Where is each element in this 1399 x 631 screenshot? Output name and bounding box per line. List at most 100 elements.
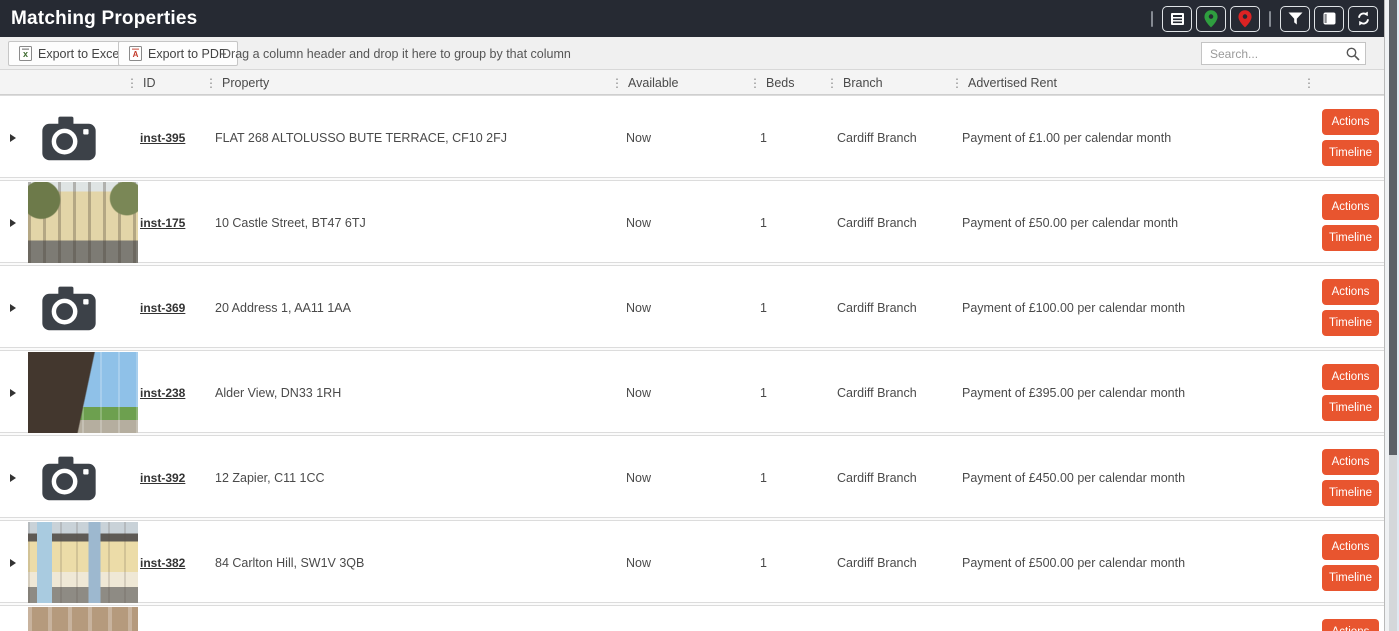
expand-row-arrow-icon[interactable] xyxy=(10,304,16,312)
export-to-pdf-label: Export to PDF xyxy=(148,46,227,61)
column-header-available[interactable]: ⋮ Available xyxy=(611,70,679,95)
property-photo[interactable] xyxy=(28,97,138,178)
map-pin-red-button[interactable] xyxy=(1230,5,1260,32)
table-row: inst-238 Alder View, DN33 1RH Now 1 Card… xyxy=(0,350,1384,433)
timeline-button[interactable]: Timeline xyxy=(1322,480,1379,506)
property-id-link[interactable]: inst-395 xyxy=(140,96,185,179)
column-header-label: Available xyxy=(628,75,679,90)
branch-value: Cardiff Branch xyxy=(837,555,917,570)
property-photo[interactable] xyxy=(28,607,138,631)
titlebar-iconbar xyxy=(1146,5,1378,32)
property-photo[interactable] xyxy=(28,352,138,433)
property-photo[interactable] xyxy=(28,182,138,263)
column-menu-icon[interactable]: ⋮ xyxy=(951,77,963,89)
timeline-button[interactable]: Timeline xyxy=(1322,395,1379,421)
camera-placeholder-icon xyxy=(42,456,96,500)
actions-button[interactable]: Actions xyxy=(1322,364,1379,390)
branch-value: Cardiff Branch xyxy=(837,470,917,485)
iconbar-divider xyxy=(1269,10,1271,27)
refresh-button[interactable] xyxy=(1348,5,1378,32)
matching-properties-panel: Matching Properties x Export to Excel A … xyxy=(0,0,1385,631)
search-input[interactable] xyxy=(1202,43,1365,64)
column-menu-icon[interactable]: ⋮ xyxy=(749,77,761,89)
property-id-link[interactable]: inst-175 xyxy=(140,181,185,264)
beds-value: 1 xyxy=(760,130,767,145)
window-button[interactable] xyxy=(1314,5,1344,32)
scrollbar-thumb[interactable] xyxy=(1389,0,1397,455)
filter-button[interactable] xyxy=(1280,5,1310,32)
timeline-button[interactable]: Timeline xyxy=(1322,310,1379,336)
column-menu-icon[interactable]: ⋮ xyxy=(126,77,138,89)
column-header-label: Branch xyxy=(843,75,883,90)
available-value: Now xyxy=(626,555,652,570)
table-row: inst-175 10 Castle Street, BT47 6TJ Now … xyxy=(0,180,1384,263)
camera-placeholder-icon xyxy=(42,286,96,330)
svg-text:x: x xyxy=(23,49,28,59)
branch-value: Cardiff Branch xyxy=(837,215,917,230)
column-header-property[interactable]: ⋮ Property xyxy=(205,70,269,95)
grid-view-button[interactable] xyxy=(1162,5,1192,32)
expand-row-arrow-icon[interactable] xyxy=(10,559,16,567)
timeline-button[interactable]: Timeline xyxy=(1322,565,1379,591)
column-header-label: Beds xyxy=(766,75,795,90)
available-value: Now xyxy=(626,215,652,230)
actions-button[interactable]: Actions xyxy=(1322,534,1379,560)
expand-row-arrow-icon[interactable] xyxy=(10,389,16,397)
actions-button[interactable]: Actions xyxy=(1322,449,1379,475)
property-photo[interactable] xyxy=(28,437,138,518)
table-row: inst-395 FLAT 268 ALTOLUSSO BUTE TERRACE… xyxy=(0,95,1384,178)
branch-value: Cardiff Branch xyxy=(837,385,917,400)
column-header-label: Property xyxy=(222,75,270,90)
actions-button[interactable]: Actions xyxy=(1322,194,1379,220)
column-menu-icon[interactable]: ⋮ xyxy=(1303,77,1315,89)
timeline-button[interactable]: Timeline xyxy=(1322,140,1379,166)
table-row: Actions Timeline xyxy=(0,605,1384,631)
map-pin-green-button[interactable] xyxy=(1196,5,1226,32)
column-header-branch[interactable]: ⋮ Branch xyxy=(826,70,883,95)
actions-button[interactable]: Actions xyxy=(1322,279,1379,305)
actions-button[interactable]: Actions xyxy=(1322,619,1379,631)
available-value: Now xyxy=(626,385,652,400)
property-id-link[interactable]: inst-382 xyxy=(140,521,185,604)
property-address: 12 Zapier, C11 1CC xyxy=(215,470,325,485)
titlebar: Matching Properties xyxy=(0,0,1384,37)
grid-view-icon xyxy=(1170,12,1184,25)
available-value: Now xyxy=(626,470,652,485)
beds-value: 1 xyxy=(760,215,767,230)
column-header-id[interactable]: ⋮ ID xyxy=(126,70,156,95)
expand-row-arrow-icon[interactable] xyxy=(10,474,16,482)
column-header-advertised-rent[interactable]: ⋮ Advertised Rent xyxy=(951,70,1057,95)
beds-value: 1 xyxy=(760,470,767,485)
column-header-beds[interactable]: ⋮ Beds xyxy=(749,70,795,95)
property-photo[interactable] xyxy=(28,522,138,603)
property-photo[interactable] xyxy=(28,267,138,348)
property-id-link[interactable]: inst-392 xyxy=(140,436,185,519)
timeline-button[interactable]: Timeline xyxy=(1322,225,1379,251)
map-pin-green-icon xyxy=(1204,9,1218,27)
search-icon[interactable] xyxy=(1344,45,1362,63)
property-id-link[interactable]: inst-369 xyxy=(140,266,185,349)
advertised-rent-value: Payment of £395.00 per calendar month xyxy=(962,385,1186,400)
beds-value: 1 xyxy=(760,300,767,315)
column-header-actions-menu[interactable]: ⋮ xyxy=(1303,70,1320,95)
property-id-link[interactable]: inst-238 xyxy=(140,351,185,434)
column-menu-icon[interactable]: ⋮ xyxy=(826,77,838,89)
property-address: Alder View, DN33 1RH xyxy=(215,385,342,400)
export-to-pdf-button[interactable]: A Export to PDF xyxy=(118,41,238,66)
group-by-drop-hint: Drag a column header and drop it here to… xyxy=(222,46,571,61)
actions-button[interactable]: Actions xyxy=(1322,109,1379,135)
excel-file-icon: x xyxy=(19,46,32,61)
property-address: 20 Address 1, AA11 1AA xyxy=(215,300,351,315)
expand-row-arrow-icon[interactable] xyxy=(10,219,16,227)
filter-icon xyxy=(1288,12,1302,25)
column-menu-icon[interactable]: ⋮ xyxy=(611,77,623,89)
export-to-excel-button[interactable]: x Export to Excel xyxy=(8,41,134,66)
column-menu-icon[interactable]: ⋮ xyxy=(205,77,217,89)
page-title: Matching Properties xyxy=(11,7,198,29)
advertised-rent-value: Payment of £50.00 per calendar month xyxy=(962,215,1179,230)
expand-row-arrow-icon[interactable] xyxy=(10,134,16,142)
advertised-rent-value: Payment of £1.00 per calendar month xyxy=(962,130,1172,145)
search-box xyxy=(1201,42,1366,65)
property-address: 84 Carlton Hill, SW1V 3QB xyxy=(215,555,365,570)
window-icon xyxy=(1323,12,1335,25)
